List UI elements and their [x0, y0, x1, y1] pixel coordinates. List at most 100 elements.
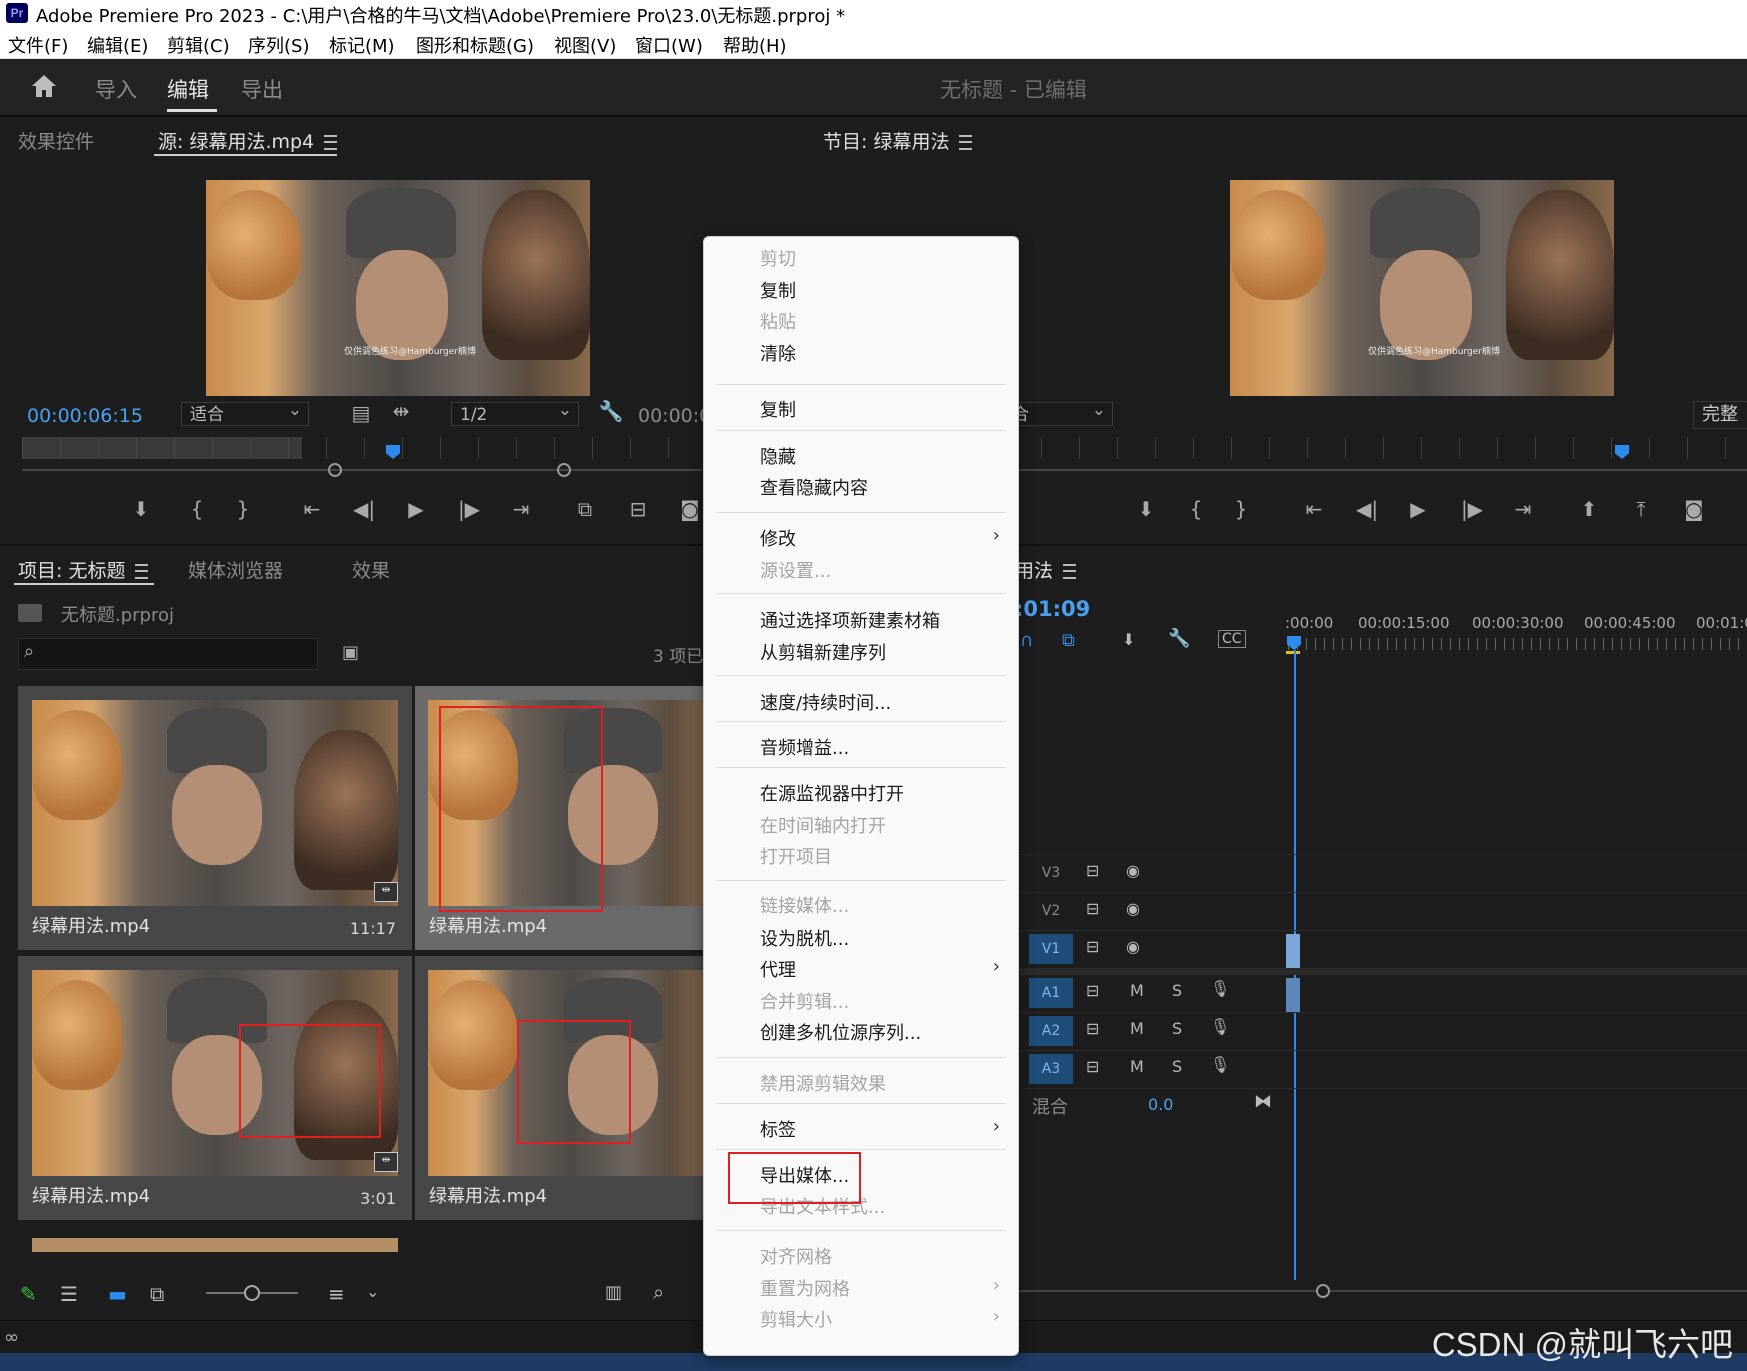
track-label[interactable]: V3	[1029, 858, 1073, 888]
freeform-view-icon[interactable]: ⧉	[150, 1282, 164, 1306]
menu-view[interactable]: 视图(V)	[554, 32, 616, 58]
menu-item-open-in-timeline[interactable]: 在时间轴内打开	[760, 812, 886, 838]
mix-value[interactable]: 0.0	[1148, 1095, 1173, 1114]
go-to-edit-icon[interactable]: ⧓	[1254, 1091, 1272, 1112]
workspace-tab-edit[interactable]: 编辑	[167, 74, 209, 104]
program-zoom-bar[interactable]	[1003, 469, 1747, 471]
zoom-handle-right[interactable]	[557, 463, 571, 477]
tab-source[interactable]: 源: 绿幕用法.mp4	[158, 127, 338, 154]
menu-item-audio-gain[interactable]: 音频增益...	[760, 734, 849, 760]
menu-item-reset-to-grid[interactable]: 重置为网格	[760, 1275, 850, 1301]
microphone-icon[interactable]: 🎙	[1210, 979, 1230, 998]
go-to-out-icon[interactable]: ⇥	[506, 497, 536, 521]
menu-item-duplicate[interactable]: 复制	[760, 396, 796, 422]
play-icon[interactable]: ▶	[401, 497, 431, 521]
sync-lock-icon[interactable]: ⊟	[1086, 1057, 1099, 1076]
audio-clip[interactable]	[1286, 978, 1300, 1012]
menu-item-paste[interactable]: 粘贴	[760, 308, 796, 334]
chevron-down-icon[interactable]: ⌄	[366, 1282, 379, 1301]
menu-item-speed-duration[interactable]: 速度/持续时间...	[760, 689, 891, 715]
menu-item-disable-effects[interactable]: 禁用源剪辑效果	[760, 1070, 886, 1096]
add-marker-icon[interactable]: ⬇	[1131, 497, 1161, 521]
playback-quality-dropdown[interactable]: 完整	[1693, 401, 1747, 429]
menu-sequence[interactable]: 序列(S)	[248, 32, 309, 58]
automate-to-sequence-icon[interactable]: ▥	[605, 1282, 622, 1303]
timeline-ruler[interactable]	[1288, 638, 1747, 650]
mark-out-icon[interactable]: }	[228, 497, 258, 521]
icon-view-icon[interactable]: ▬	[108, 1282, 127, 1306]
timeline-zoom-bar[interactable]	[1010, 1290, 1747, 1292]
menu-item-open-project[interactable]: 打开项目	[760, 843, 832, 869]
menu-item-label[interactable]: 标签	[760, 1116, 796, 1142]
solo-button[interactable]: S	[1172, 1057, 1182, 1076]
workspace-tab-import[interactable]: 导入	[95, 74, 137, 104]
sync-lock-icon[interactable]: ⊟	[1086, 937, 1099, 956]
panel-menu-icon[interactable]	[324, 135, 338, 150]
menu-item-modify[interactable]: 修改	[760, 525, 796, 551]
microphone-icon[interactable]: 🎙	[1210, 1055, 1230, 1074]
play-icon[interactable]: ▶	[1403, 497, 1433, 521]
mark-in-icon[interactable]: {	[1181, 497, 1211, 521]
source-zoom-bar[interactable]	[22, 469, 702, 471]
eye-icon[interactable]: ◉	[1126, 899, 1140, 918]
pencil-icon[interactable]: ✎	[20, 1282, 37, 1306]
sync-lock-icon[interactable]: ⊟	[1086, 1019, 1099, 1038]
track-label[interactable]: A1	[1029, 978, 1073, 1008]
source-timecode[interactable]: 00:00:06:15	[27, 405, 143, 427]
menu-item-new-sequence[interactable]: 从剪辑新建序列	[760, 639, 886, 665]
lift-icon[interactable]: ⬆	[1574, 497, 1604, 521]
go-to-in-icon[interactable]: ⇤	[1299, 497, 1329, 521]
linked-selection-icon[interactable]: ⧉	[1062, 630, 1075, 651]
wrench-icon[interactable]: 🔧	[596, 399, 626, 423]
tab-program[interactable]: 节目: 绿幕用法	[823, 127, 973, 154]
menu-item-new-bin[interactable]: 通过选择项新建素材箱	[760, 607, 940, 633]
overwrite-clip-icon[interactable]: ⊟	[623, 497, 653, 521]
step-forward-icon[interactable]: |▶	[1457, 497, 1487, 521]
source-fit-dropdown[interactable]: 适合	[181, 398, 309, 426]
menu-item-make-offline[interactable]: 设为脱机...	[760, 925, 849, 951]
list-view-icon[interactable]: ☰	[60, 1282, 78, 1306]
track-label[interactable]: A2	[1029, 1016, 1073, 1046]
new-bin-from-search-icon[interactable]: ▣	[342, 642, 359, 663]
export-frame-icon[interactable]: ◙	[1679, 497, 1709, 521]
menu-item-copy[interactable]: 复制	[760, 277, 796, 303]
track-label[interactable]: V2	[1029, 896, 1073, 926]
solo-button[interactable]: S	[1172, 1019, 1182, 1038]
source-resolution-dropdown[interactable]: 1/2	[451, 398, 579, 426]
project-item[interactable]: ⇹ 绿幕用法.mp4 11:17	[18, 686, 412, 950]
tab-effects[interactable]: 效果	[352, 556, 390, 583]
sync-lock-icon[interactable]: ⊟	[1086, 899, 1099, 918]
mute-button[interactable]: M	[1130, 1019, 1144, 1038]
mark-in-icon[interactable]: {	[182, 497, 212, 521]
sync-lock-icon[interactable]: ⊟	[1086, 981, 1099, 1000]
solo-button[interactable]: S	[1172, 981, 1182, 1000]
menu-item-open-in-source[interactable]: 在源监视器中打开	[760, 780, 904, 806]
clip-thumbnail-partial[interactable]	[32, 1238, 398, 1252]
panel-menu-icon[interactable]	[959, 135, 973, 150]
menu-file[interactable]: 文件(F)	[8, 32, 68, 58]
panel-menu-icon[interactable]	[1063, 564, 1077, 579]
program-fit-dropdown[interactable]: 合	[1003, 398, 1113, 426]
menu-window[interactable]: 窗口(W)	[635, 32, 703, 58]
home-icon[interactable]	[30, 73, 58, 99]
menu-item-proxy[interactable]: 代理	[760, 956, 796, 982]
timeline-timecode[interactable]: :01:09	[1015, 597, 1090, 621]
slider-handle[interactable]	[244, 1285, 260, 1301]
go-to-out-icon[interactable]: ⇥	[1508, 497, 1538, 521]
insert-icon[interactable]: ⇹	[386, 399, 416, 423]
menu-item-merge-clips[interactable]: 合并剪辑...	[760, 988, 849, 1014]
track-label[interactable]: V1	[1029, 934, 1073, 964]
sync-lock-icon[interactable]: ⊟	[1086, 861, 1099, 880]
menu-item-cut[interactable]: 剪切	[760, 245, 796, 271]
menu-item-multicam[interactable]: 创建多机位源序列...	[760, 1019, 921, 1045]
menu-markers[interactable]: 标记(M)	[329, 32, 395, 58]
tab-timeline[interactable]: 用法	[1015, 556, 1077, 583]
sort-icon[interactable]: ≡	[328, 1282, 345, 1306]
menu-graphics[interactable]: 图形和标题(G)	[416, 32, 534, 58]
tab-effect-controls[interactable]: 效果控件	[18, 127, 94, 154]
menu-help[interactable]: 帮助(H)	[723, 32, 787, 58]
menu-edit[interactable]: 编辑(E)	[87, 32, 148, 58]
menu-item-hide[interactable]: 隐藏	[760, 443, 796, 469]
step-forward-icon[interactable]: |▶	[454, 497, 484, 521]
source-time-ruler[interactable]	[22, 437, 702, 459]
